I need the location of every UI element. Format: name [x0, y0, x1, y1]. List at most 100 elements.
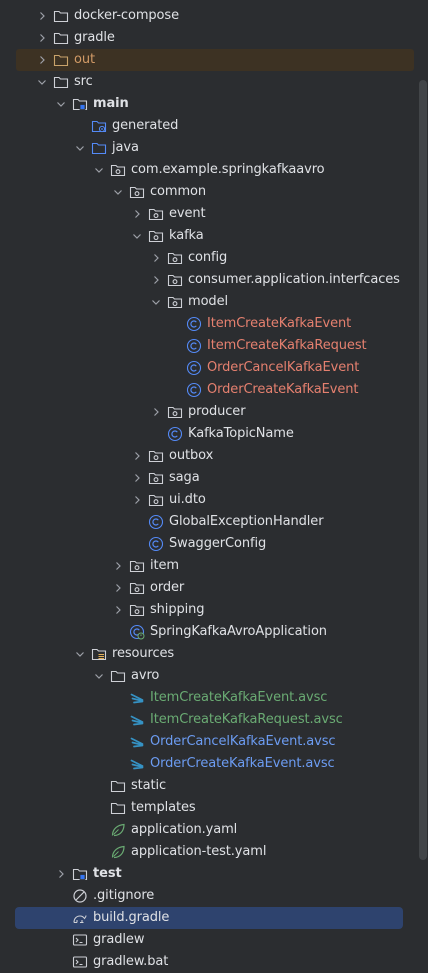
tree-row-ordercancelkafkaevent-avsc[interactable]: OrderCancelKafkaEvent.avsc: [0, 731, 428, 753]
chevron-right-icon[interactable]: [53, 866, 69, 882]
tree-item-label: common: [150, 184, 207, 199]
tree-row-springkafkaavroapplication[interactable]: SpringKafkaAvroApplication: [0, 621, 428, 643]
tree-item-label: ItemCreateKafkaRequest: [207, 338, 367, 353]
tree-item-label: GlobalExceptionHandler: [169, 514, 324, 529]
tree-row-globalexceptionhandler[interactable]: GlobalExceptionHandler: [0, 511, 428, 533]
chevron-down-icon[interactable]: [53, 96, 69, 112]
avro-file-icon: [130, 737, 144, 748]
chevron-down-icon[interactable]: [91, 162, 107, 178]
tree-row-src[interactable]: src: [0, 71, 428, 93]
chevron-down-icon[interactable]: [34, 74, 50, 90]
tree-row-application-test-yaml[interactable]: application-test.yaml: [0, 841, 428, 863]
tree-row-config[interactable]: config: [0, 247, 428, 269]
tree-row-java[interactable]: java: [0, 137, 428, 159]
tree-row-itemcreatekafkarequest-avsc[interactable]: ItemCreateKafkaRequest.avsc: [0, 709, 428, 731]
tree-row-common[interactable]: common: [0, 181, 428, 203]
tree-row-consumer-application-interfcaces[interactable]: consumer.application.interfcaces: [0, 269, 428, 291]
tree-row-item[interactable]: item: [0, 555, 428, 577]
chevron-right-icon[interactable]: [34, 30, 50, 46]
folder-icon: [110, 670, 126, 683]
chevron-right-icon[interactable]: [148, 404, 164, 420]
tree-row-application-yaml[interactable]: application.yaml: [0, 819, 428, 841]
tree-row-itemcreatekafkarequest[interactable]: ItemCreateKafkaRequest: [0, 335, 428, 357]
tree-item-label: application.yaml: [131, 822, 238, 837]
tree-row-com-example-springkafkaavro[interactable]: com.example.springkafkaavro: [0, 159, 428, 181]
tree-row-shipping[interactable]: shipping: [0, 599, 428, 621]
tree-row-gradle[interactable]: gradle: [0, 27, 428, 49]
tree-row-ordercancelkafkaevent[interactable]: OrderCancelKafkaEvent: [0, 357, 428, 379]
chevron-down-icon[interactable]: [148, 294, 164, 310]
chevron-right-icon[interactable]: [110, 580, 126, 596]
spring-yaml-icon: [111, 823, 125, 837]
tree-item-label: out: [74, 52, 95, 67]
chevron-right-icon[interactable]: [110, 602, 126, 618]
java-class-icon: [186, 316, 202, 332]
tree-row-ordercreatekafkaevent[interactable]: OrderCreateKafkaEvent: [0, 379, 428, 401]
chevron-down-icon[interactable]: [72, 140, 88, 156]
tree-row-ordercreatekafkaevent-avsc[interactable]: OrderCreateKafkaEvent.avsc: [0, 753, 428, 775]
chevron-right-icon[interactable]: [34, 8, 50, 24]
chevron-down-icon[interactable]: [129, 228, 145, 244]
tree-row-itemcreatekafkaevent[interactable]: ItemCreateKafkaEvent: [0, 313, 428, 335]
tree-row-test[interactable]: test: [0, 863, 428, 885]
tree-row-producer[interactable]: producer: [0, 401, 428, 423]
tree-item-label: OrderCancelKafkaEvent: [207, 360, 360, 375]
folder-icon: [53, 76, 69, 89]
tree-row-gradlew[interactable]: gradlew: [0, 929, 428, 951]
chevron-right-icon[interactable]: [129, 206, 145, 222]
folder-excluded-icon: [53, 54, 69, 67]
tree-item-label: src: [74, 74, 93, 89]
tree-row-model[interactable]: model: [0, 291, 428, 313]
tree-row-ui-dto[interactable]: ui.dto: [0, 489, 428, 511]
chevron-right-icon[interactable]: [129, 492, 145, 508]
tree-item-label: test: [93, 866, 122, 881]
tree-row-swaggerconfig[interactable]: SwaggerConfig: [0, 533, 428, 555]
resources-folder-icon: [91, 648, 107, 661]
chevron-down-icon[interactable]: [110, 184, 126, 200]
tree-row-kafkatopicname[interactable]: KafkaTopicName: [0, 423, 428, 445]
package-icon: [167, 406, 183, 419]
tree-row-kafka[interactable]: kafka: [0, 225, 428, 247]
spring-yaml-icon: [111, 845, 125, 859]
chevron-right-icon[interactable]: [110, 558, 126, 574]
chevron-right-icon[interactable]: [129, 448, 145, 464]
folder-icon: [53, 32, 69, 45]
java-class-icon: [186, 338, 202, 354]
tree-row-generated[interactable]: generated: [0, 115, 428, 137]
tree-row-resources[interactable]: resources: [0, 643, 428, 665]
chevron-right-icon[interactable]: [129, 470, 145, 486]
chevron-down-icon[interactable]: [72, 646, 88, 662]
tree-row-saga[interactable]: saga: [0, 467, 428, 489]
tree-row-build-gradle[interactable]: build.gradle: [0, 907, 428, 929]
tree-item-label: .gitignore: [93, 888, 155, 903]
tree-row-out[interactable]: out: [0, 49, 428, 71]
tree-item-label: docker-compose: [74, 8, 179, 23]
tree-row-templates[interactable]: templates: [0, 797, 428, 819]
package-icon: [167, 252, 183, 265]
module-folder-icon: [72, 98, 88, 111]
chevron-right-icon[interactable]: [148, 250, 164, 266]
chevron-right-icon[interactable]: [34, 52, 50, 68]
project-tree: docker-compose gradle out src main generated j…: [0, 5, 428, 973]
tree-item-label: OrderCancelKafkaEvent.avsc: [150, 734, 336, 749]
module-folder-icon: [72, 868, 88, 881]
terminal-file-icon: [72, 956, 88, 968]
tree-item-label: static: [131, 778, 167, 793]
tree-item-label: event: [169, 206, 206, 221]
tree-row-event[interactable]: event: [0, 203, 428, 225]
tree-row-avro[interactable]: avro: [0, 665, 428, 687]
tree-row-outbox[interactable]: outbox: [0, 445, 428, 467]
chevron-right-icon[interactable]: [148, 272, 164, 288]
tree-row-itemcreatekafkaevent-avsc[interactable]: ItemCreateKafkaEvent.avsc: [0, 687, 428, 709]
tree-row-main[interactable]: main: [0, 93, 428, 115]
tree-row-gitignore[interactable]: .gitignore: [0, 885, 428, 907]
tree-item-label: resources: [112, 646, 175, 661]
tree-row-docker-compose[interactable]: docker-compose: [0, 5, 428, 27]
tree-item-label: outbox: [169, 448, 214, 463]
chevron-down-icon[interactable]: [91, 668, 107, 684]
tree-row-static[interactable]: static: [0, 775, 428, 797]
tree-row-gradlew-bat[interactable]: gradlew.bat: [0, 951, 428, 973]
vertical-scrollbar[interactable]: [419, 80, 427, 860]
tree-row-order[interactable]: order: [0, 577, 428, 599]
java-class-icon: [148, 514, 164, 530]
